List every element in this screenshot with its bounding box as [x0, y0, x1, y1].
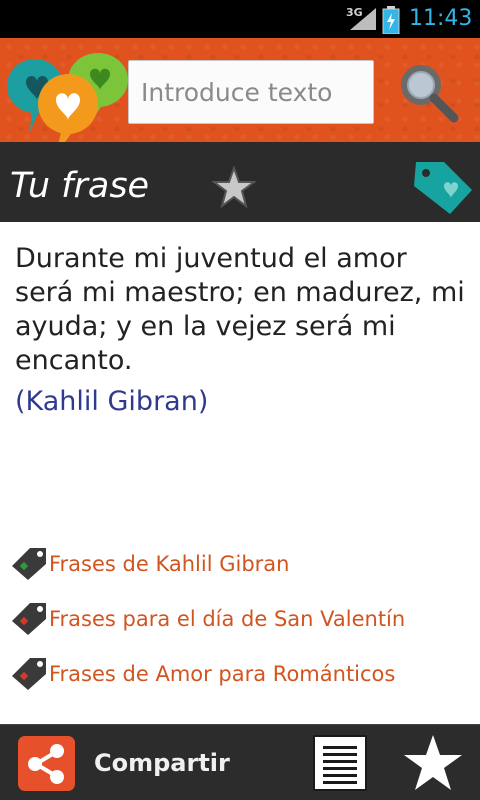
clock: 11:43 — [409, 6, 473, 31]
link-label: Frases de Amor para Románticos — [49, 662, 396, 686]
quote-text: Durante mi juventud el amor será mi maes… — [15, 243, 465, 376]
battery-icon — [382, 6, 400, 34]
link-label: Frases de Kahlil Gibran — [49, 552, 290, 576]
link-label: Frases para el día de San Valentín — [49, 607, 406, 631]
speech-bubbles-heart-logo — [7, 53, 128, 154]
list-icon[interactable] — [313, 735, 367, 791]
title-bar: Tu frase — [0, 142, 480, 222]
favorite-star-icon[interactable] — [212, 166, 256, 208]
share-icon[interactable] — [18, 736, 75, 791]
status-bar: 3G 11:43 — [0, 0, 480, 38]
app-header — [0, 38, 480, 154]
search-input[interactable] — [128, 60, 374, 124]
favorites-star-icon[interactable] — [402, 733, 464, 793]
tag-icon[interactable] — [410, 160, 474, 216]
bottom-action-bar: Compartir — [0, 724, 480, 800]
tag-link-icon — [12, 603, 46, 635]
share-button-label[interactable]: Compartir — [94, 749, 230, 777]
signal-icon — [350, 8, 376, 30]
share-glyph-icon — [28, 744, 64, 784]
tag-link-icon — [12, 658, 46, 690]
quote-author[interactable]: (Kahlil Gibran) — [15, 386, 208, 417]
page-title: Tu frase — [10, 166, 150, 206]
search-icon[interactable] — [396, 60, 460, 124]
tag-link-icon — [12, 548, 46, 580]
